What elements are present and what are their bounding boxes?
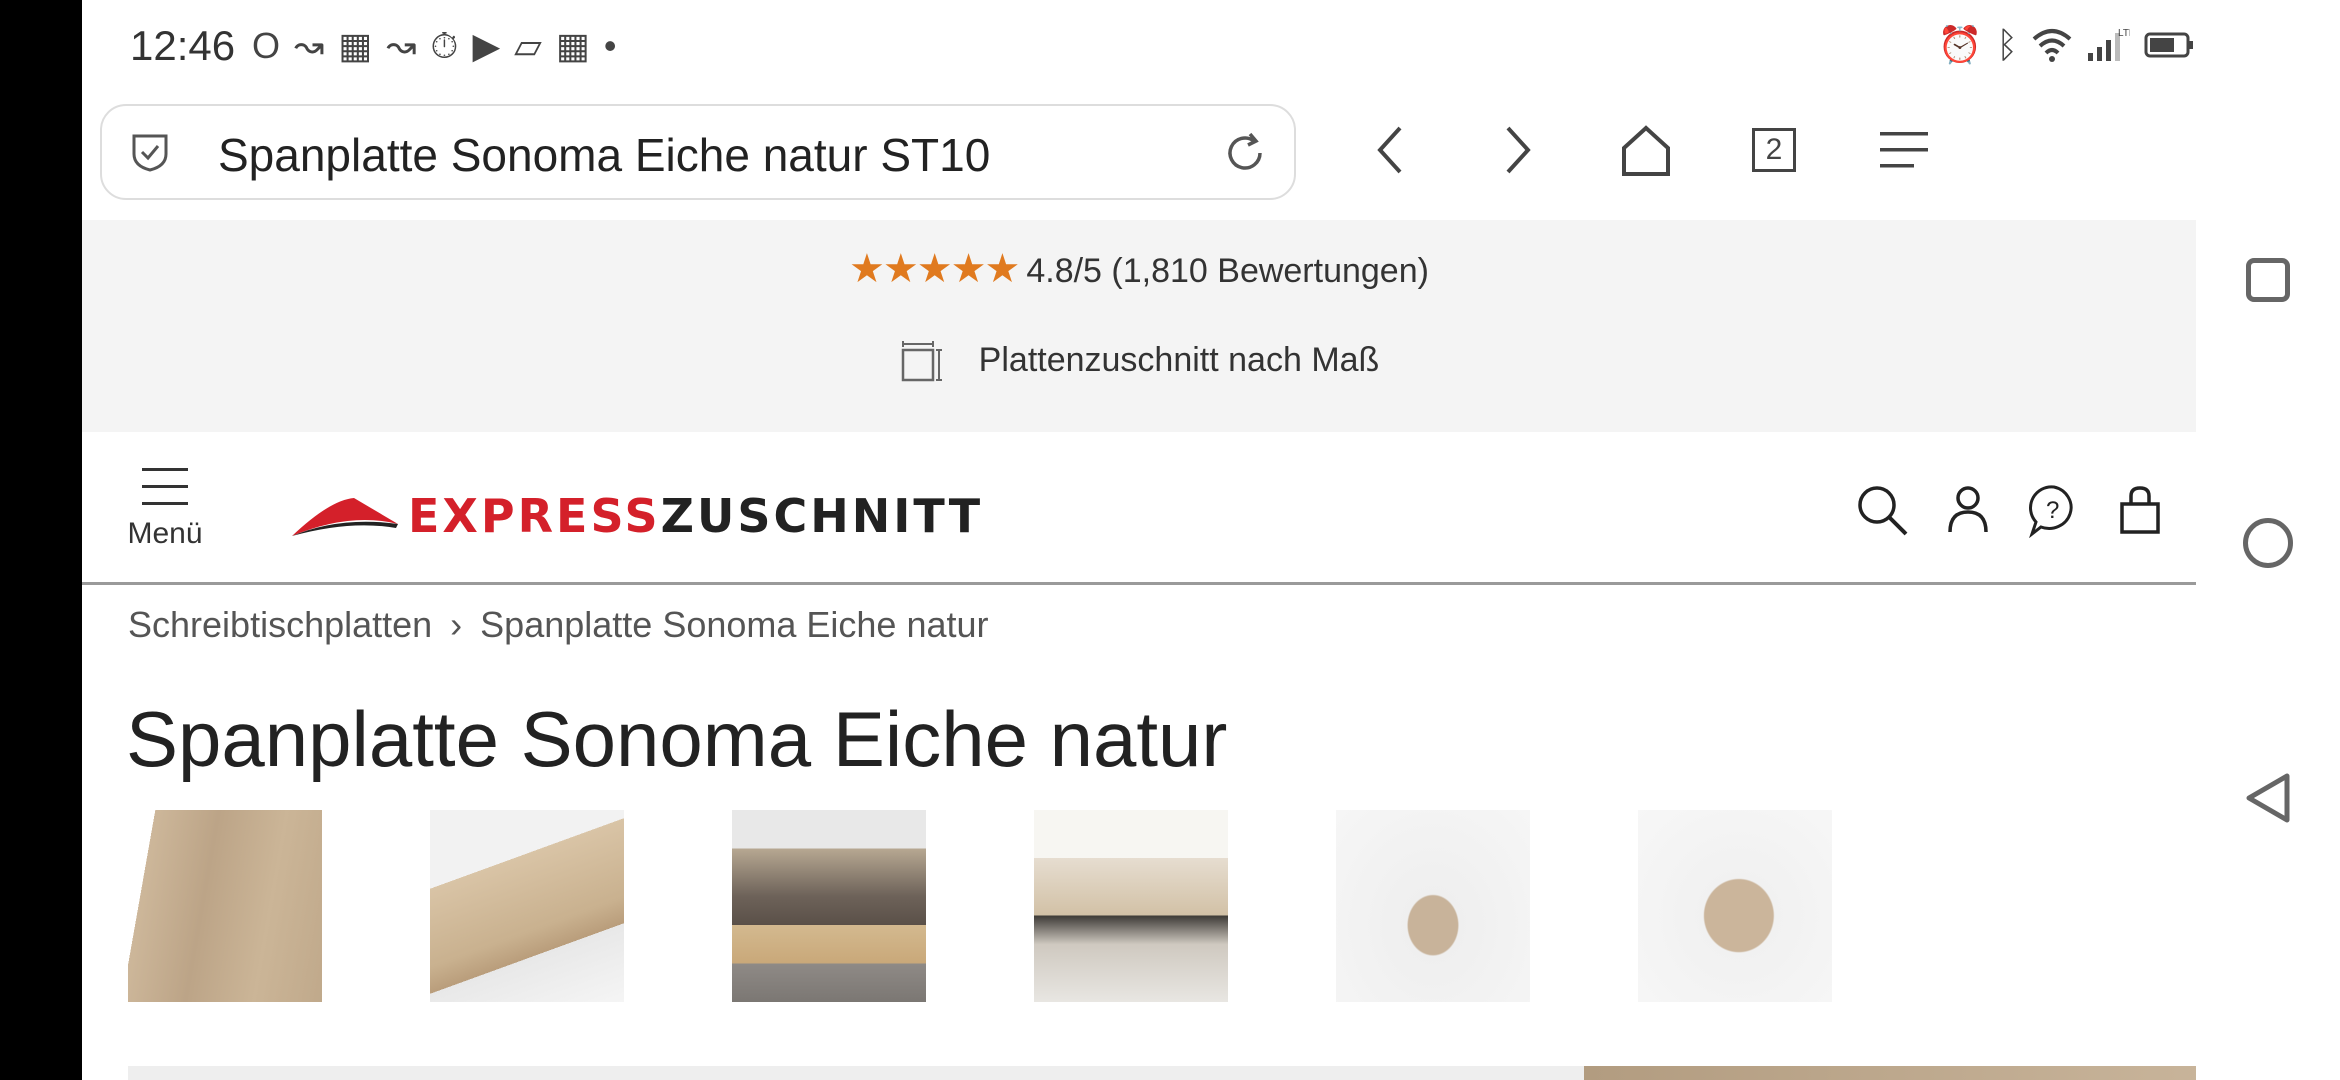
chevron-left-icon bbox=[1377, 126, 1402, 174]
browser-page: 12:46 O ↝ ▦ ↝ ⏱ ▶ ▱ ▦ • ⏰ ᛒ LTE Spanplat… bbox=[82, 0, 2196, 1080]
hamburger-icon bbox=[142, 468, 188, 505]
reload-icon[interactable] bbox=[1220, 128, 1270, 178]
tab-count: 2 bbox=[1752, 128, 1796, 172]
forward-button[interactable] bbox=[1486, 118, 1550, 182]
breadcrumb-separator: › bbox=[450, 604, 463, 645]
home-icon bbox=[1622, 125, 1670, 176]
thumbnail-image[interactable] bbox=[1638, 810, 1832, 1002]
cut-to-size-icon bbox=[901, 341, 942, 382]
image-icon: ▦ bbox=[555, 25, 590, 66]
breadcrumb-link[interactable]: Schreibtischplatten bbox=[128, 604, 432, 645]
help-icon[interactable]: ? bbox=[2026, 482, 2082, 538]
thumbnail-image[interactable] bbox=[1034, 810, 1228, 1002]
system-navigation-bar bbox=[2196, 0, 2340, 1080]
rating-line: ★★★★★ 4.8/5 (1,810 Bewertungen) bbox=[82, 246, 2196, 292]
account-icon[interactable] bbox=[1940, 482, 1996, 538]
left-edge-bar bbox=[0, 0, 82, 1080]
image-icon: ▦ bbox=[338, 25, 373, 66]
header-actions: ? bbox=[1854, 482, 2168, 538]
custom-cut-link[interactable]: Plattenzuschnitt nach Maß bbox=[82, 340, 2196, 384]
browser-menu-button[interactable] bbox=[1872, 118, 1936, 182]
page-title: Spanplatte Sonoma Eiche natur bbox=[126, 695, 1228, 783]
svg-text:LTE: LTE bbox=[2118, 28, 2130, 39]
dot-icon: • bbox=[603, 25, 617, 66]
logo-text-zuschnitt: ZUSCHNITT bbox=[660, 489, 984, 543]
app-icon: ▱ bbox=[514, 25, 542, 66]
battery-icon bbox=[2144, 32, 2193, 58]
back-button[interactable] bbox=[1358, 118, 1422, 182]
system-icons: ⏰ ᛒ LTE bbox=[1938, 24, 2196, 66]
product-thumbnails bbox=[128, 810, 1832, 1002]
logo-text-express: EXPRESS bbox=[408, 489, 661, 543]
timer-icon: ⏱ bbox=[430, 25, 459, 66]
site-logo[interactable]: EXPRESSZUSCHNITT bbox=[290, 476, 983, 556]
app-icon: ↝ bbox=[294, 25, 325, 66]
home-nav-button[interactable] bbox=[2243, 518, 2293, 568]
youtube-icon: ▶ bbox=[472, 25, 501, 66]
menu-button[interactable]: Menü bbox=[120, 454, 210, 564]
clock: 12:46 bbox=[130, 22, 236, 69]
svg-text:?: ? bbox=[2046, 497, 2059, 524]
product-image-preview bbox=[128, 1066, 2196, 1080]
cart-icon[interactable] bbox=[2112, 482, 2168, 538]
logo-swoosh-icon bbox=[292, 498, 398, 536]
rating-text: 4.8/5 (1,810 Bewertungen) bbox=[1026, 252, 1429, 290]
status-bar: 12:46 O ↝ ▦ ↝ ⏱ ▶ ▱ ▦ • ⏰ ᛒ LTE bbox=[82, 0, 2196, 96]
triangle-back-icon bbox=[2246, 773, 2290, 823]
bluetooth-icon: ᛒ bbox=[1996, 24, 2018, 65]
breadcrumb-current: Spanplatte Sonoma Eiche natur bbox=[480, 604, 989, 645]
wifi-icon bbox=[2032, 29, 2072, 62]
signal-icon: LTE bbox=[2088, 28, 2130, 61]
address-bar[interactable]: Spanplatte Sonoma Eiche natur ST10 bbox=[100, 104, 1296, 200]
url-text[interactable]: Spanplatte Sonoma Eiche natur ST10 bbox=[218, 128, 990, 182]
back-nav-button[interactable] bbox=[2240, 770, 2296, 826]
thumbnail-image[interactable] bbox=[732, 810, 926, 1002]
thumbnail-image[interactable] bbox=[430, 810, 624, 1002]
shield-check-icon[interactable] bbox=[128, 130, 172, 174]
thumbnail-image[interactable] bbox=[1336, 810, 1530, 1002]
hamburger-icon bbox=[1880, 132, 1928, 168]
notification-icons: O ↝ ▦ ↝ ⏱ ▶ ▱ ▦ • bbox=[252, 26, 616, 66]
thumbnail-image[interactable] bbox=[128, 810, 322, 1002]
opera-icon: O bbox=[252, 25, 281, 66]
recents-button[interactable] bbox=[2246, 258, 2290, 302]
app-icon: ↝ bbox=[386, 25, 417, 66]
rating-stars: ★★★★★ bbox=[849, 247, 1020, 291]
home-button[interactable] bbox=[1614, 118, 1678, 182]
search-icon[interactable] bbox=[1854, 482, 1910, 538]
alarm-icon: ⏰ bbox=[1937, 24, 1983, 65]
breadcrumb: Schreibtischplatten › Spanplatte Sonoma Ei… bbox=[128, 604, 989, 646]
cut-text: Plattenzuschnitt nach Maß bbox=[978, 340, 1380, 379]
site-header: Menü EXPRESSZUSCHNITT ? bbox=[82, 432, 2196, 585]
chevron-right-icon bbox=[1506, 126, 1531, 174]
tabs-button[interactable]: 2 bbox=[1742, 118, 1806, 182]
menu-label: Menü bbox=[127, 517, 203, 550]
